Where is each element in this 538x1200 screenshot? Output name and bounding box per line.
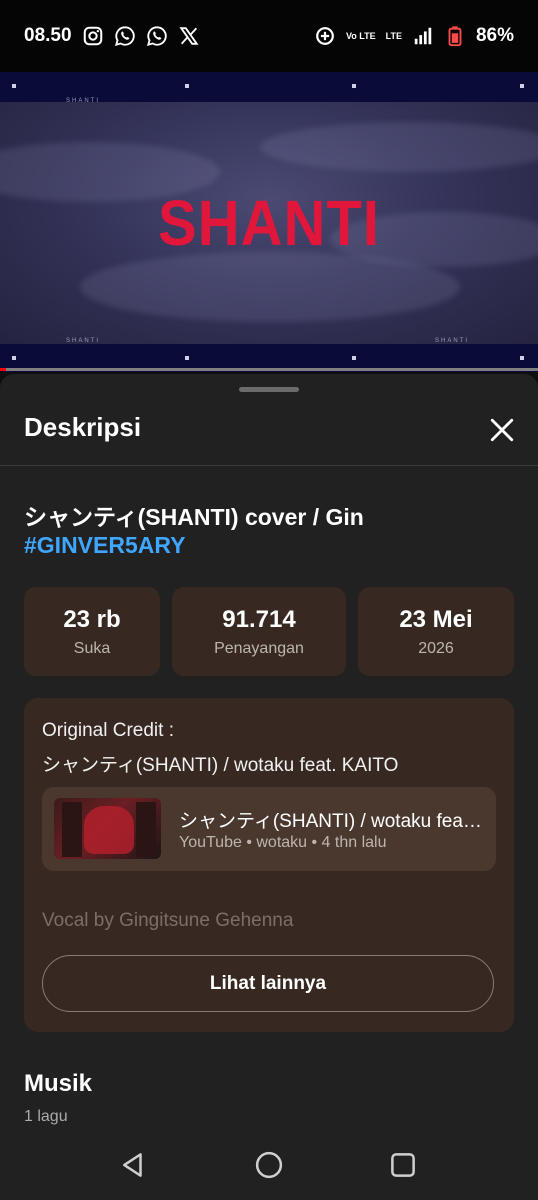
battery-percent: 86% <box>475 25 514 46</box>
video-player[interactable]: SHANTI SHANTI SHANTI SHANTI <box>0 72 538 372</box>
volte-icon: Vo LTE <box>345 30 376 41</box>
close-icon <box>490 418 514 442</box>
home-button[interactable] <box>252 1148 286 1182</box>
system-nav-bar <box>0 1130 538 1200</box>
data-saver-icon <box>314 25 336 47</box>
video-watermark-bottom-right: SHANTI <box>435 338 470 344</box>
stat-value: 23 rb <box>63 605 121 633</box>
related-video-card[interactable]: シャンティ(SHANTI) / wotaku feat. KAITO YouTu… <box>42 787 496 871</box>
video-title: シャンティ(SHANTI) cover / Gin <box>24 504 364 530</box>
battery-icon <box>444 25 466 47</box>
stat-likes: 23 rb Suka <box>24 587 160 676</box>
back-button[interactable] <box>116 1148 150 1182</box>
whatsapp-icon <box>146 25 168 47</box>
credit-heading: Original Credit : <box>42 720 174 741</box>
stat-label: Penayangan <box>214 639 304 657</box>
stat-value: 91.714 <box>222 605 296 633</box>
description-sheet: Deskripsi シャンティ(SHANTI) cover / Gin #GIN… <box>0 374 538 1200</box>
status-bar: 08.50 Vo LTE LTE 86% <box>0 0 538 72</box>
stat-date: 23 Mei 2026 <box>358 587 514 676</box>
close-button[interactable] <box>484 412 520 448</box>
description-box: Original Credit : シャンティ(SHANTI) / wotaku… <box>24 698 514 1032</box>
description-fade-text: Vocal by Gingitsune Gehenna <box>42 910 294 931</box>
divider <box>0 465 538 466</box>
video-title-overlay: SHANTI <box>158 187 380 260</box>
stat-label: Suka <box>73 639 111 657</box>
related-video-title: シャンティ(SHANTI) / wotaku feat. KAITO <box>179 811 484 832</box>
video-watermark-bottom-left: SHANTI <box>66 338 101 344</box>
recents-button[interactable] <box>386 1148 420 1182</box>
video-progress-bar[interactable] <box>0 368 538 371</box>
stat-views: 91.714 Penayangan <box>172 587 346 676</box>
home-icon <box>255 1151 283 1179</box>
music-section-count: 1 lagu <box>24 1108 68 1125</box>
status-time: 08.50 <box>24 25 72 46</box>
show-more-button[interactable]: Lihat lainnya <box>42 955 494 1012</box>
x-icon <box>178 25 200 47</box>
stat-value: 23 Mei <box>399 605 473 633</box>
related-video-meta: YouTube • wotaku • 4 thn lalu <box>179 834 387 851</box>
music-section-title: Musik <box>24 1070 93 1097</box>
drag-handle[interactable] <box>239 387 299 392</box>
video-watermark-top: SHANTI <box>66 98 101 104</box>
sheet-title: Deskripsi <box>24 412 142 442</box>
lte-icon: LTE <box>385 30 402 41</box>
back-icon <box>123 1153 142 1177</box>
whatsapp-icon <box>114 25 136 47</box>
related-video-thumbnail <box>54 798 161 859</box>
recents-icon <box>391 1153 415 1177</box>
hashtag-link[interactable]: #GINVER5ARY <box>24 532 185 559</box>
credit-source: シャンティ(SHANTI) / wotaku feat. KAITO <box>42 755 399 776</box>
stat-label: 2026 <box>418 639 454 657</box>
signal-icon <box>412 25 434 47</box>
instagram-icon <box>82 25 104 47</box>
